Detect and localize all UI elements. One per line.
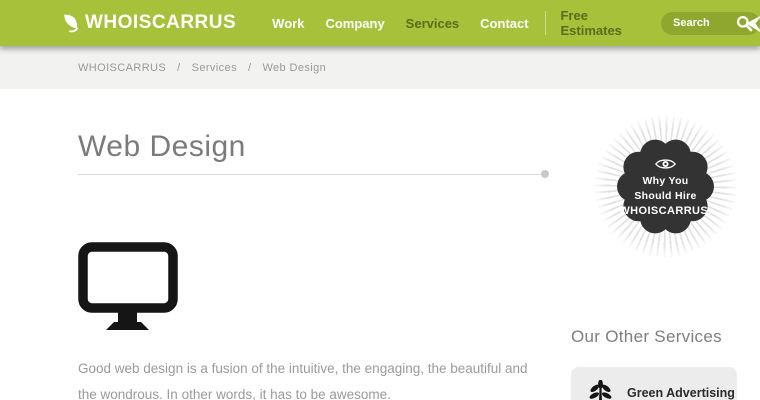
webpage: WHOISCARRUS Work Company Services Contac… [0, 0, 760, 400]
nav-item-contact[interactable]: Contact [480, 16, 528, 31]
nav-item-company[interactable]: Company [325, 16, 384, 31]
logo-text: WHOISCARRUS [85, 12, 236, 34]
monitor-icon [78, 242, 178, 332]
site-header: WHOISCARRUS Work Company Services Contac… [0, 0, 760, 46]
nav-item-services[interactable]: Services [406, 16, 460, 31]
why-hire-badge[interactable]: Why You Should Hire WHOISCARRUS. [615, 136, 716, 237]
plant-icon [588, 380, 613, 400]
breadcrumb-item-current: Web Design [262, 62, 326, 74]
nav-item-work[interactable]: Work [272, 16, 304, 31]
site-logo[interactable]: WHOISCARRUS [62, 12, 236, 34]
service-card-green-advertising[interactable]: Green Advertising [571, 367, 737, 400]
badge-content: Why You Should Hire WHOISCARRUS. [615, 136, 716, 237]
badge-line-3: WHOISCARRUS. [619, 204, 711, 219]
main-nav: Work Company Services Contact [272, 16, 528, 31]
leaf-icon [62, 13, 80, 33]
intro-paragraph: Good web design is a fusion of the intui… [78, 356, 544, 400]
breadcrumb-separator: / [248, 62, 251, 74]
other-services-heading: Our Other Services [571, 327, 722, 347]
badge-line-2: Should Hire [634, 189, 696, 204]
breadcrumb-separator: / [177, 62, 180, 74]
service-card-label: Green Advertising [627, 386, 735, 400]
eye-icon [654, 157, 677, 171]
free-estimates-link[interactable]: Free Estimates [560, 8, 646, 38]
page-title: Web Design [78, 130, 246, 164]
breadcrumb-item-services[interactable]: Services [192, 62, 237, 74]
title-divider-dot [541, 170, 549, 178]
breadcrumb: WHOISCARRUS / Services / Web Design [0, 46, 760, 89]
badge-line-1: Why You [642, 174, 688, 189]
title-divider [78, 174, 546, 175]
cursor-icon [746, 14, 760, 34]
breadcrumb-item-whoiscarrus[interactable]: WHOISCARRUS [78, 62, 166, 74]
header-divider [545, 11, 546, 35]
